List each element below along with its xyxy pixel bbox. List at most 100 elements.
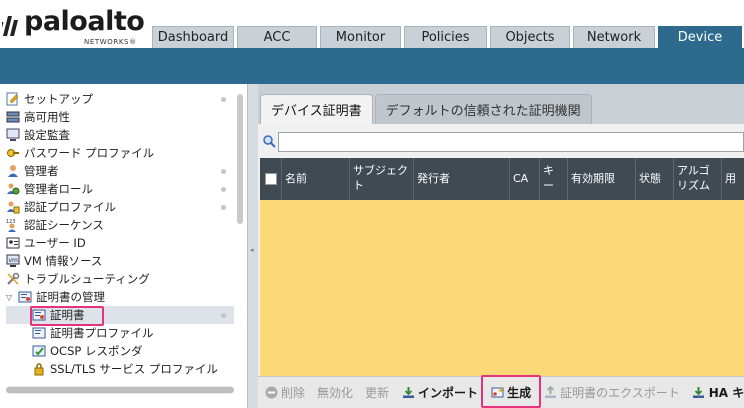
sidebar-item-ha[interactable]: 高可用性 [6,108,234,126]
sidebar-item-label: 証明書の管理 [36,290,105,304]
sidebar-item-vm-info-source[interactable]: vm VM 情報ソース [6,252,234,270]
main-tabs: Dashboard ACC Monitor Policies Objects N… [152,26,744,48]
sidebar-item-label: 設定監査 [24,128,70,142]
column-header-key[interactable]: キー [540,158,568,200]
ha-icon [6,110,20,124]
status-dot [221,313,226,318]
sidebar-item-label: ユーザー ID [24,236,86,250]
renew-label: 更新 [365,386,390,400]
scrollbar-thumb[interactable] [237,94,243,224]
sidebar-item-label: VM 情報ソース [24,254,103,268]
password-profile-icon [6,146,20,160]
splitter-grip-icon: ◂ [250,246,254,254]
paloalto-logo: paloalto NETWORKS® [0,4,145,46]
minus-circle-icon [264,386,278,400]
config-audit-icon [6,128,20,142]
column-header-status[interactable]: 状態 [636,158,674,200]
sidebar-item-auth-sequence[interactable]: 123 認証シーケンス [6,216,234,234]
sidebar-vertical-scrollbar[interactable] [236,94,244,394]
svg-text:vm: vm [9,257,19,264]
sidebar-item-password-profile[interactable]: パスワード プロファイル [6,144,234,162]
export-ha-key-button[interactable]: HA キー [692,384,744,401]
column-header-usage[interactable]: 用 [722,158,744,200]
user-id-icon [6,236,20,250]
auth-sequence-icon: 123 [6,218,20,232]
tab-device[interactable]: Device [658,26,742,48]
export-label: 証明書のエクスポート [560,386,680,400]
sidebar-item-label: OCSP レスポンダ [50,344,143,358]
cert-profile-icon [32,326,46,340]
import-label: インポート [418,386,479,400]
collapse-icon[interactable]: ▽ [6,293,16,302]
tab-policies[interactable]: Policies [404,26,487,48]
select-all-column [260,158,282,200]
sidebar-item-label: パスワード プロファイル [24,146,155,160]
sidebar-item-admin-roles[interactable]: 管理者ロール [6,180,234,198]
tab-dashboard[interactable]: Dashboard [152,26,234,48]
renew-button[interactable]: 更新 [365,384,389,401]
column-header-expires[interactable]: 有効期限 [568,158,636,200]
ha-key-icon [692,386,706,400]
sidebar-item-config-audit[interactable]: 設定監査 [6,126,234,144]
sidebar-item-label: 管理者ロール [24,182,93,196]
column-header-ca[interactable]: CA [510,158,540,200]
logo-subtext: NETWORKS® [84,38,137,46]
tab-objects[interactable]: Objects [490,26,570,48]
table-header: 名前 サブジェクト 発行者 CA キー 有効期限 状態 アルゴリズム 用 [260,158,744,200]
sidebar-item-label: トラブルシューティング [24,272,150,286]
main-content: デバイス証明書 デフォルトの信頼された証明機関 名前 サブジェクト 発行者 CA… [258,84,744,408]
sidebar-item-label: 証明書プロファイル [50,326,154,340]
sidebar-item-setup[interactable]: セットアップ [6,90,234,108]
status-dot [221,205,226,210]
disable-button[interactable]: 無効化 [317,384,353,401]
ha-key-label: HA キー [708,386,744,400]
content-tabs: デバイス証明書 デフォルトの信頼された証明機関 [260,94,594,124]
sidebar-item-user-id[interactable]: ユーザー ID [6,234,234,252]
logo-text: paloalto [24,6,145,37]
vm-info-icon: vm [6,254,20,268]
import-button[interactable]: インポート [401,384,478,401]
logo-mark-icon [2,16,19,36]
sub-navbar [0,48,744,84]
generate-highlight-box [481,375,541,408]
sidebar-item-label: SSL/TLS サービス プロファイル [50,362,218,376]
tab-monitor[interactable]: Monitor [320,26,401,48]
sidebar: セットアップ 高可用性 設定監査 パスワード プロファイル 管理者 管理者ロール [0,84,248,408]
sidebar-horizontal-scrollbar[interactable] [6,386,234,394]
sidebar-item-cert-management[interactable]: ▽ 証明書の管理 [6,288,234,306]
search-input[interactable] [278,132,744,152]
table-body [260,200,744,376]
panel-splitter[interactable]: ◂ [248,84,258,408]
delete-button[interactable]: 削除 [264,384,305,401]
status-dot [221,187,226,192]
export-certificate-button[interactable]: 証明書のエクスポート [543,384,680,401]
sidebar-item-ssl-tls-profile[interactable]: SSL/TLS サービス プロファイル [6,360,234,378]
column-header-name[interactable]: 名前 [282,158,350,200]
scrollbar-thumb[interactable] [6,387,234,393]
select-all-checkbox[interactable] [264,173,277,185]
administrator-icon [6,164,20,178]
tab-network[interactable]: Network [573,26,655,48]
column-header-subject[interactable]: サブジェクト [350,158,414,200]
sidebar-item-cert-profile[interactable]: 証明書プロファイル [6,324,234,342]
sidebar-item-troubleshooting[interactable]: トラブルシューティング [6,270,234,288]
status-dot [221,169,226,174]
sidebar-item-administrators[interactable]: 管理者 [6,162,234,180]
lock-icon [32,362,46,376]
tab-acc[interactable]: ACC [237,26,317,48]
export-icon [543,386,557,400]
sidebar-item-auth-profile[interactable]: 認証プロファイル [6,198,234,216]
device-tree: セットアップ 高可用性 設定監査 パスワード プロファイル 管理者 管理者ロール [6,90,234,378]
tab-default-trusted-ca[interactable]: デフォルトの信頼された証明機関 [374,94,592,124]
sidebar-item-label: セットアップ [24,92,93,106]
setup-icon [6,92,20,106]
column-header-issuer[interactable]: 発行者 [414,158,510,200]
tab-device-certificates[interactable]: デバイス証明書 [260,94,373,124]
search-bar [260,132,744,152]
sidebar-item-label: 管理者 [24,164,59,178]
certificates-panel: 名前 サブジェクト 発行者 CA キー 有効期限 状態 アルゴリズム 用 削除 … [258,124,744,408]
sidebar-item-ocsp-responder[interactable]: OCSP レスポンダ [6,342,234,360]
delete-label: 削除 [281,386,306,400]
column-header-algorithm[interactable]: アルゴリズム [674,158,722,200]
disable-label: 無効化 [317,386,354,400]
